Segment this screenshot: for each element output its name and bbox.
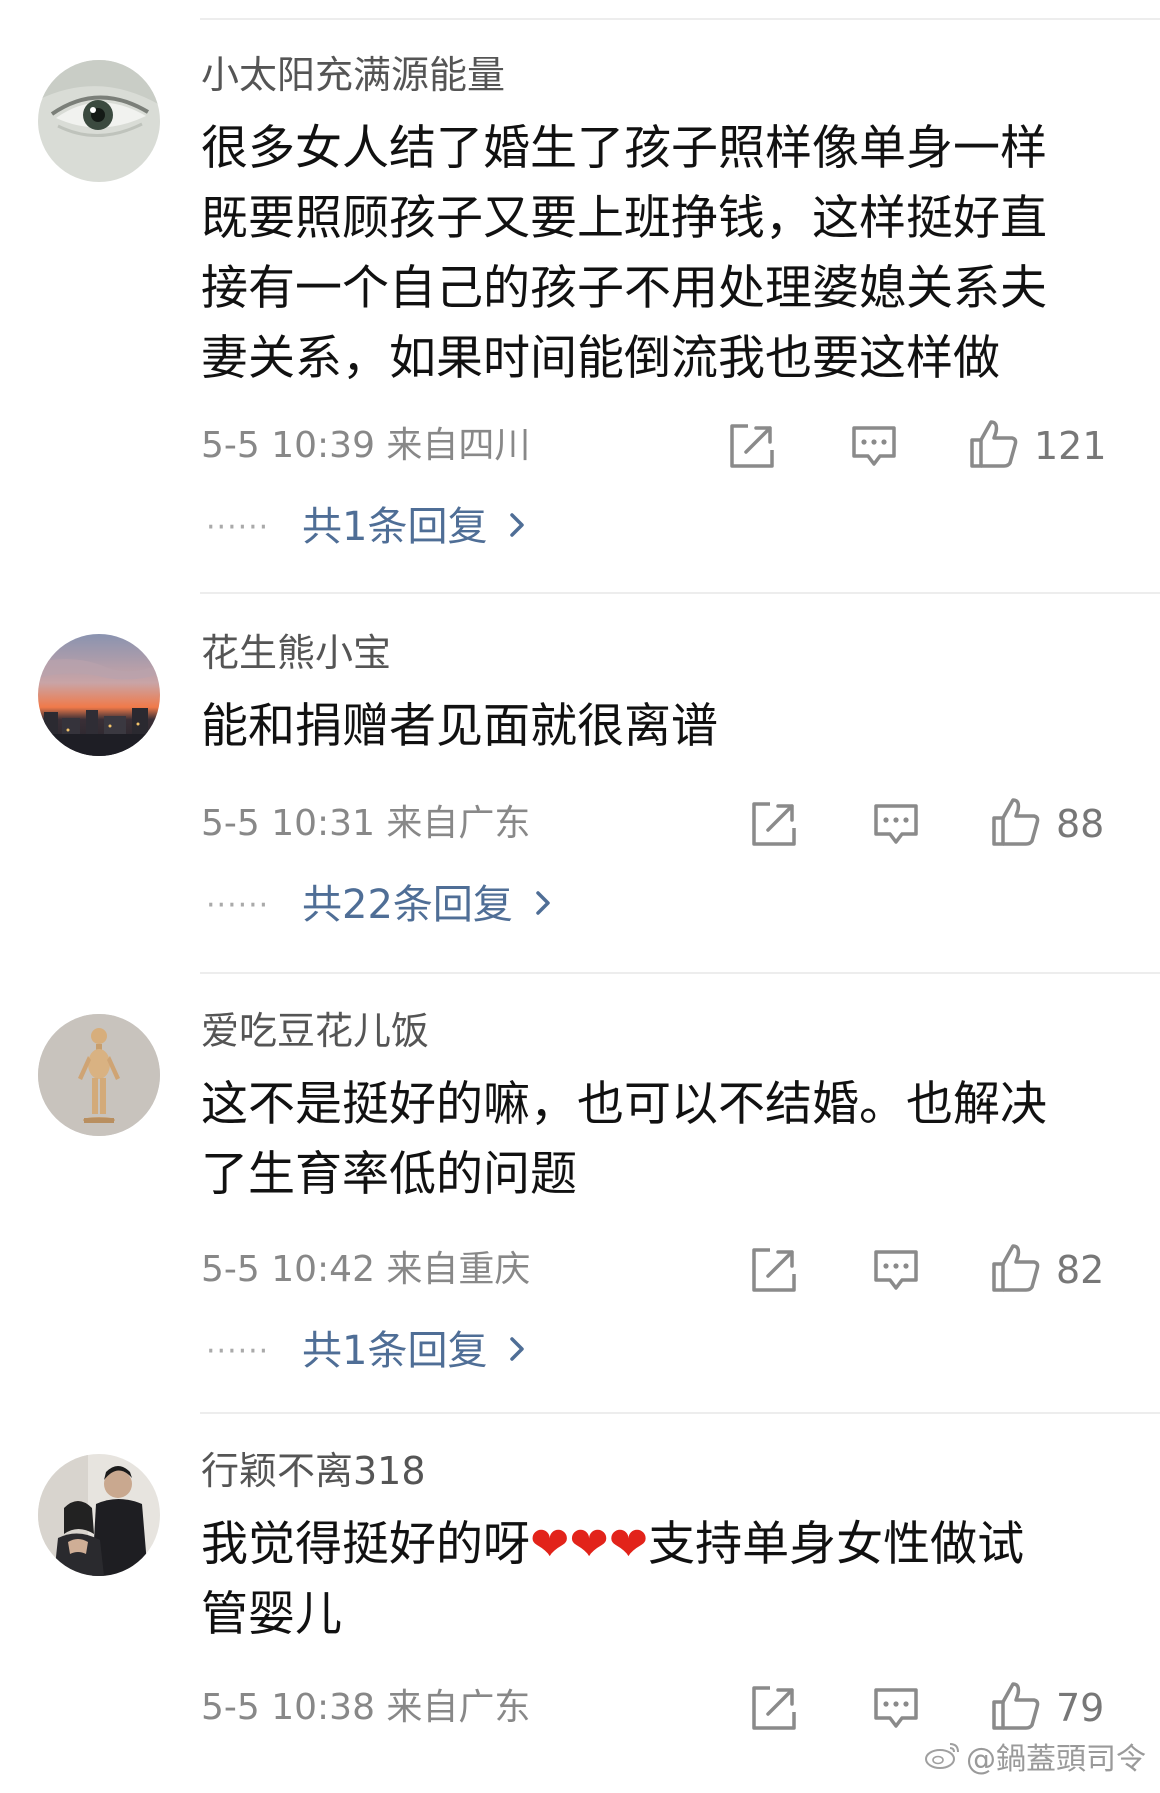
replies-count: 共22条回复 (302, 882, 513, 928)
comment-text-segment: 管婴儿 (201, 1587, 342, 1642)
comment-text-line: 我觉得挺好的呀❤❤❤支持单身女性做试 (201, 1510, 1101, 1580)
chevron-right-icon (535, 890, 551, 920)
comment-button[interactable] (848, 420, 900, 472)
like-count: 88 (1056, 802, 1105, 846)
heart-emoji-icon: ❤❤❤ (530, 1517, 649, 1572)
comment-username[interactable]: 花生熊小宝 (201, 630, 391, 676)
comment-text-line: 既要照顾孩子又要上班挣钱，这样挺好直 (201, 191, 1047, 246)
ellipsis-icon: ······ (206, 1333, 270, 1369)
share-button[interactable] (748, 1244, 800, 1296)
comment-text-line: 接有一个自己的孩子不用处理婆媳关系夫 (201, 261, 1047, 316)
comment-meta: 5-5 10:39 来自四川 (201, 425, 531, 466)
thumbs-up-icon (992, 1682, 1040, 1730)
replies-link[interactable]: ······ 共22条回复 (206, 880, 551, 930)
wooden-figure-photo-icon (38, 1014, 160, 1136)
comment-button[interactable] (870, 1244, 922, 1296)
replies-count: 共1条回复 (302, 504, 488, 550)
share-icon (730, 424, 774, 468)
thumbs-up-icon (970, 420, 1018, 468)
thumbs-up-icon (992, 1244, 1040, 1292)
share-icon (752, 1248, 796, 1292)
like-button[interactable] (990, 1242, 1042, 1294)
comment-text-line: 这不是挺好的嘛，也可以不结婚。也解决 (201, 1077, 1047, 1132)
watermark-text: @鍋蓋頭司令 (966, 1742, 1146, 1777)
share-icon (752, 1686, 796, 1730)
comment-text-line: 管婴儿 (201, 1580, 1101, 1650)
comment-icon (874, 1688, 918, 1728)
comment-text-line: 了生育率低的问题 (201, 1147, 577, 1202)
comment-text: 很多女人结了婚生了孩子照样像单身一样 既要照顾孩子又要上班挣钱，这样挺好直 接有… (201, 114, 1101, 394)
replies-link[interactable]: ······ 共1条回复 (206, 1326, 525, 1376)
ellipsis-icon: ······ (206, 887, 270, 923)
avatar[interactable] (38, 634, 160, 756)
chevron-right-icon (509, 1336, 525, 1366)
comment-text: 能和捐赠者见面就很离谱 (201, 692, 1101, 762)
share-button[interactable] (726, 420, 778, 472)
comment-meta: 5-5 10:31 来自广东 (201, 803, 531, 844)
like-button[interactable] (990, 796, 1042, 848)
chevron-right-icon (509, 512, 525, 542)
comment-text-line: 很多女人结了婚生了孩子照样像单身一样 (201, 121, 1047, 176)
comment-icon (874, 804, 918, 844)
comment-text: 我觉得挺好的呀❤❤❤支持单身女性做试 管婴儿 (201, 1510, 1101, 1650)
comment-text-segment: 支持单身女性做试 (648, 1517, 1025, 1572)
divider (200, 1412, 1160, 1414)
divider (200, 18, 1160, 20)
divider (200, 972, 1160, 974)
comment-text-line: 妻关系，如果时间能倒流我也要这样做 (201, 331, 1000, 386)
avatar[interactable] (38, 1014, 160, 1136)
avatar[interactable] (38, 60, 160, 182)
share-button[interactable] (748, 798, 800, 850)
share-button[interactable] (748, 1682, 800, 1734)
replies-link[interactable]: ······ 共1条回复 (206, 502, 525, 552)
divider (200, 592, 1160, 594)
comment-button[interactable] (870, 798, 922, 850)
watermark: @鍋蓋頭司令 (924, 1740, 1146, 1781)
share-icon (752, 802, 796, 846)
comment-text-segment: 我觉得挺好的呀 (201, 1517, 530, 1572)
comment-username[interactable]: 爱吃豆花儿饭 (201, 1008, 429, 1054)
replies-count: 共1条回复 (302, 1328, 488, 1374)
comment-meta: 5-5 10:38 来自广东 (201, 1687, 531, 1728)
avatar[interactable] (38, 1454, 160, 1576)
comment-text-line: 能和捐赠者见面就很离谱 (201, 699, 718, 754)
thumbs-up-icon (992, 798, 1040, 846)
like-count: 82 (1056, 1248, 1105, 1292)
comment-username[interactable]: 小太阳充满源能量 (201, 52, 505, 98)
like-count: 79 (1056, 1686, 1105, 1730)
couple-photo-icon (38, 1454, 160, 1576)
comment-button[interactable] (870, 1682, 922, 1734)
eye-photo-icon (38, 60, 160, 182)
like-count: 121 (1034, 424, 1107, 468)
like-button[interactable] (990, 1680, 1042, 1732)
sunset-city-photo-icon (38, 634, 160, 756)
comment-text: 这不是挺好的嘛，也可以不结婚。也解决 了生育率低的问题 (201, 1070, 1101, 1210)
comment-icon (874, 1250, 918, 1290)
ellipsis-icon: ······ (206, 509, 270, 545)
comment-icon (852, 426, 896, 466)
weibo-logo-icon (924, 1740, 962, 1781)
comment-meta: 5-5 10:42 来自重庆 (201, 1249, 531, 1290)
like-button[interactable] (968, 418, 1020, 470)
comment-username[interactable]: 行颖不离318 (201, 1448, 426, 1494)
